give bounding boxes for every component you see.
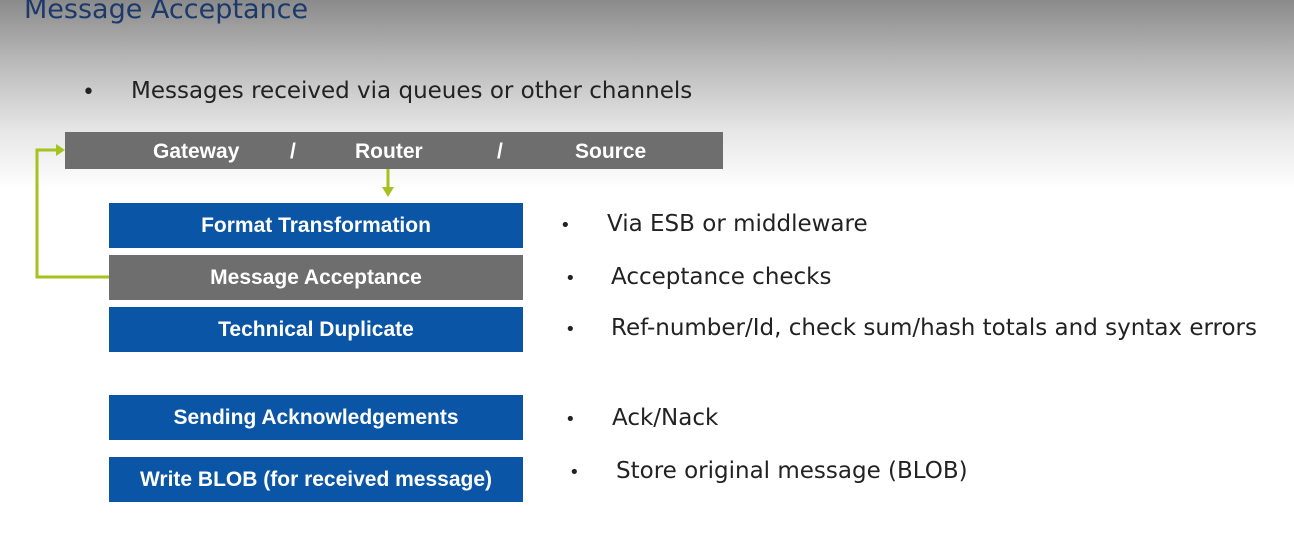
note-bullet: • — [565, 409, 576, 430]
separator-1: / — [290, 140, 296, 163]
gateway-label: Gateway — [153, 140, 240, 163]
source-label: Source — [575, 140, 647, 163]
note-via-esb: Via ESB or middleware — [607, 211, 868, 237]
note-bullet: • — [569, 462, 580, 483]
router-label: Router — [355, 140, 423, 163]
separator-2: / — [497, 140, 503, 163]
gateway-router-source-bar: Gateway / Router / Source — [65, 132, 723, 169]
step-technical-duplicate: Technical Duplicate — [109, 307, 523, 352]
note-store-blob: Store original message (BLOB) — [616, 458, 968, 484]
note-acceptance-checks: Acceptance checks — [611, 264, 832, 290]
step-format-transformation: Format Transformation — [109, 203, 523, 248]
step-message-acceptance: Message Acceptance — [109, 255, 523, 300]
note-bullet: • — [560, 215, 571, 236]
feedback-loop-arrowhead — [56, 144, 65, 156]
note-ref-number: Ref-number/Id, check sum/hash totals and… — [611, 315, 1257, 341]
note-bullet: • — [565, 268, 576, 289]
note-bullet: • — [565, 319, 576, 340]
feedback-loop-arrow — [35, 148, 109, 279]
note-ack-nack: Ack/Nack — [612, 405, 719, 431]
router-down-arrowhead — [382, 187, 394, 197]
step-write-blob: Write BLOB (for received message) — [109, 457, 523, 502]
step-sending-acknowledgements: Sending Acknowledgements — [109, 395, 523, 440]
